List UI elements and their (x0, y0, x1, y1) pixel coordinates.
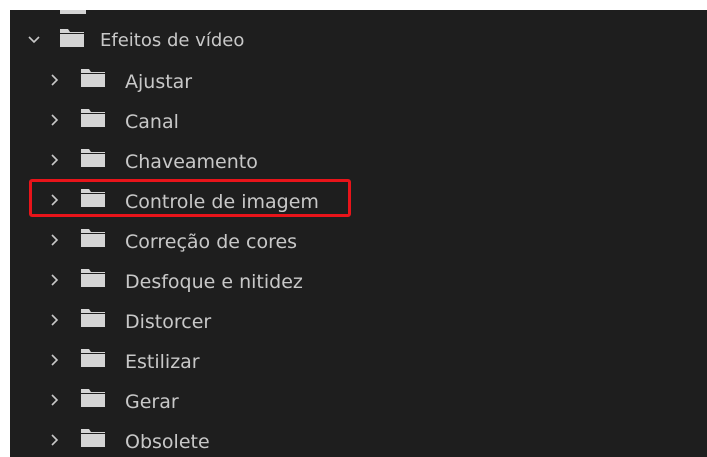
tree-item-label: Efeitos de vídeo (100, 30, 245, 51)
folder-icon (81, 309, 105, 327)
folder-icon (81, 69, 105, 87)
folder-icon (60, 10, 86, 14)
tree-item-label: Chaveamento (125, 151, 258, 173)
tree-item-label: Ajustar (125, 71, 193, 93)
tree-item-label: Estilizar (125, 351, 200, 373)
tree-item-label: Distorcer (125, 311, 212, 333)
tree-item-estilizar[interactable]: Estilizar (10, 340, 707, 380)
tree-item-correcao-de-cores[interactable]: Correção de cores (10, 220, 707, 260)
chevron-right-icon[interactable] (48, 353, 62, 367)
tree-item-efeitos-de-video[interactable]: Efeitos de vídeo (10, 20, 707, 60)
tree-item-obsolete[interactable]: Obsolete (10, 420, 707, 457)
folder-icon (81, 429, 105, 447)
chevron-down-icon[interactable] (27, 33, 41, 47)
partial-row-above (10, 10, 707, 18)
chevron-right-icon[interactable] (48, 233, 62, 247)
folder-icon (81, 349, 105, 367)
chevron-right-icon[interactable] (48, 433, 62, 447)
folder-icon (81, 229, 105, 247)
effects-panel: Efeitos de vídeo Ajustar Canal Chaveamen… (10, 10, 707, 457)
tree-item-desfoque-e-nitidez[interactable]: Desfoque e nitidez (10, 260, 707, 300)
tree-item-label: Controle de imagem (125, 191, 319, 213)
tree-item-label: Gerar (125, 391, 179, 413)
chevron-right-icon[interactable] (48, 113, 62, 127)
tree-item-label: Desfoque e nitidez (125, 271, 303, 293)
tree-item-distorcer[interactable]: Distorcer (10, 300, 707, 340)
tree-item-ajustar[interactable]: Ajustar (10, 60, 707, 100)
chevron-right-icon[interactable] (48, 153, 62, 167)
tree-item-controle-de-imagem[interactable]: Controle de imagem (10, 180, 707, 220)
folder-icon (81, 109, 105, 127)
chevron-right-icon[interactable] (48, 273, 62, 287)
folder-icon (81, 149, 105, 167)
tree-item-canal[interactable]: Canal (10, 100, 707, 140)
tree-item-chaveamento[interactable]: Chaveamento (10, 140, 707, 180)
tree-item-label: Canal (125, 111, 179, 133)
tree-item-label: Obsolete (125, 431, 210, 453)
chevron-right-icon[interactable] (48, 313, 62, 327)
chevron-right-icon[interactable] (48, 393, 62, 407)
tree-item-gerar[interactable]: Gerar (10, 380, 707, 420)
tree-item-label: Correção de cores (125, 231, 298, 253)
folder-icon (81, 189, 105, 207)
folder-icon (81, 389, 105, 407)
chevron-right-icon[interactable] (48, 193, 62, 207)
folder-icon (60, 29, 84, 47)
folder-icon (81, 269, 105, 287)
chevron-right-icon[interactable] (48, 73, 62, 87)
